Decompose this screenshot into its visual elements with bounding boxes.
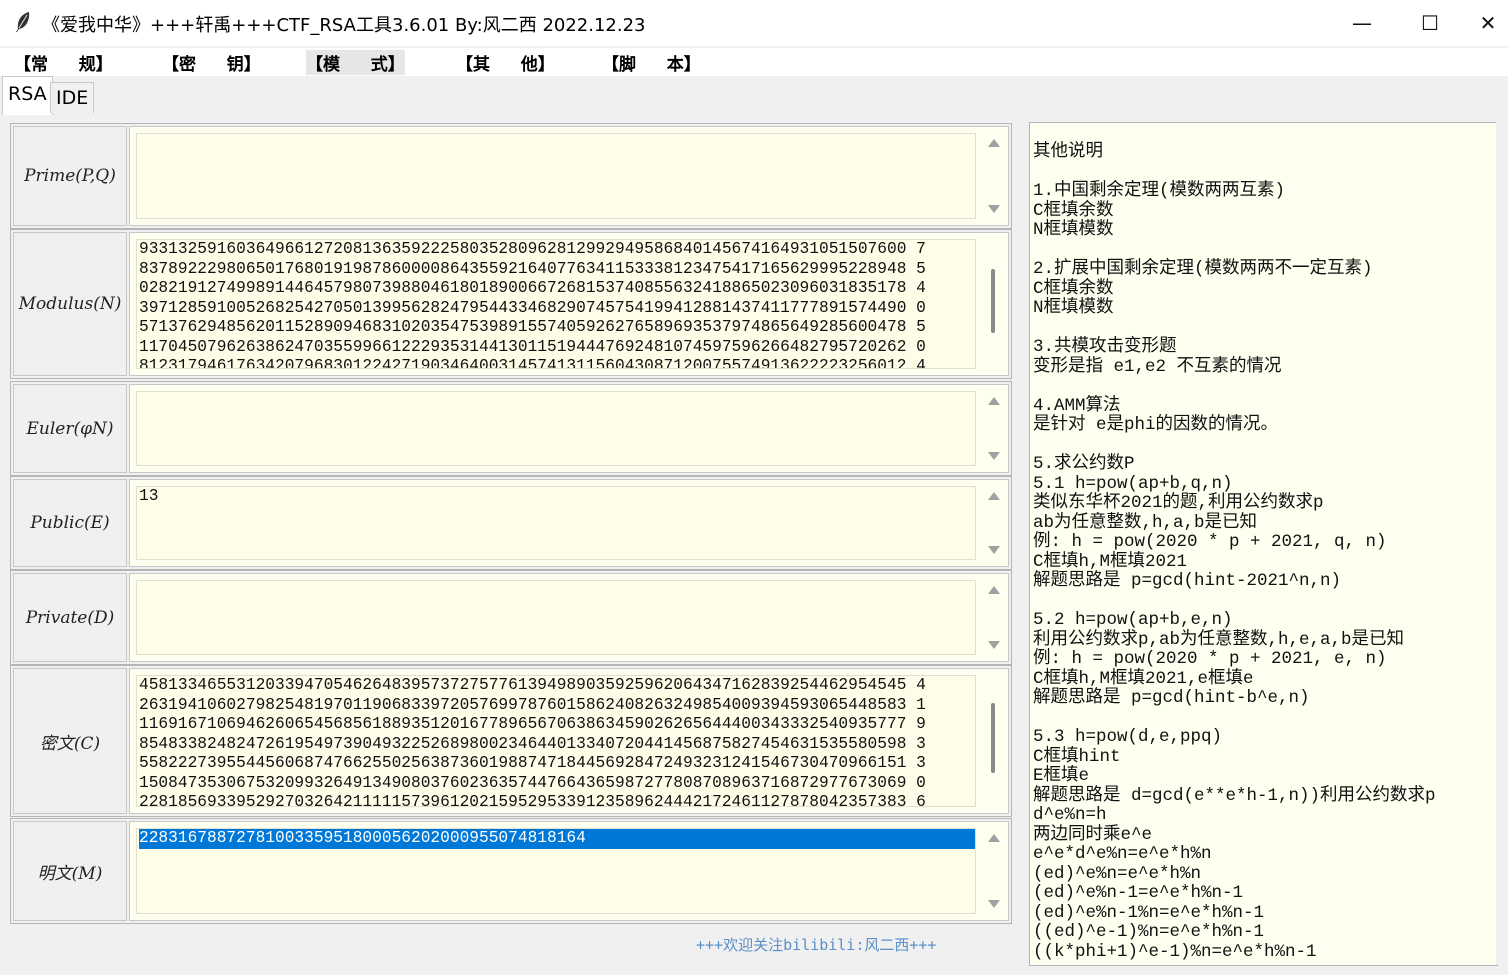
- prime-scrollbar[interactable]: [980, 127, 1008, 225]
- menu-general[interactable]: 【常 规】: [14, 50, 113, 75]
- cipher-row: 密文(C) 4581334655312033947054626483957372…: [10, 665, 1012, 817]
- plain-row: 明文(M) 2283167887278100335951800056202000…: [10, 818, 1012, 924]
- cipher-field[interactable]: 4581334655312033947054626483957372757761…: [129, 668, 1009, 814]
- maximize-button[interactable]: ☐: [1400, 0, 1460, 46]
- modulus-label: Modulus(N): [13, 232, 127, 376]
- minimize-button[interactable]: —: [1332, 0, 1392, 46]
- close-button[interactable]: ✕: [1468, 0, 1508, 46]
- cipher-scrollbar[interactable]: [980, 669, 1008, 813]
- prime-label: Prime(P,Q): [13, 126, 127, 226]
- plain-field[interactable]: 2283167887278100335951800056202000955074…: [129, 821, 1009, 921]
- scroll-down-icon[interactable]: [988, 205, 1000, 213]
- modulus-value: 9331325916036496612720813635922258035280…: [139, 240, 926, 369]
- footer-note: +++欢迎关注bilibili:风二西+++: [696, 936, 937, 954]
- minimize-icon: —: [1352, 11, 1372, 35]
- private-text-area[interactable]: [136, 580, 976, 655]
- plain-value: 2283167887278100335951800056202000955074…: [139, 829, 975, 849]
- scroll-down-icon[interactable]: [988, 452, 1000, 460]
- scroll-thumb[interactable]: [991, 703, 995, 773]
- tab-ide[interactable]: IDE: [50, 82, 95, 113]
- notes-panel[interactable]: 其他说明 1.中国剩余定理(模数两两互素) C框填余数 N框填模数 2.扩展中国…: [1029, 122, 1498, 966]
- cipher-text-area[interactable]: 4581334655312033947054626483957372757761…: [136, 675, 976, 807]
- private-row: Private(D): [10, 570, 1012, 665]
- modulus-scrollbar[interactable]: [980, 233, 1008, 375]
- euler-scrollbar[interactable]: [980, 385, 1008, 472]
- scroll-down-icon[interactable]: [988, 546, 1000, 554]
- plain-label: 明文(M): [13, 821, 127, 921]
- modulus-text-area[interactable]: 9331325916036496612720813635922258035280…: [136, 239, 976, 369]
- private-label: Private(D): [13, 573, 127, 662]
- scroll-down-icon[interactable]: [988, 900, 1000, 908]
- menu-script[interactable]: 【脚 本】: [602, 50, 701, 75]
- prime-row: Prime(P,Q): [10, 123, 1012, 229]
- title-bar: 《爱我中华》+++轩禹+++CTF_RSA工具3.6.01 By:风二西 202…: [0, 0, 1508, 46]
- public-value: 13: [139, 487, 159, 505]
- scroll-up-icon[interactable]: [988, 139, 1000, 147]
- scroll-up-icon[interactable]: [988, 586, 1000, 594]
- public-text-area[interactable]: 13: [136, 486, 976, 560]
- modulus-field[interactable]: 9331325916036496612720813635922258035280…: [129, 232, 1009, 376]
- plain-scrollbar[interactable]: [980, 822, 1008, 920]
- private-scrollbar[interactable]: [980, 574, 1008, 661]
- cipher-value: 4581334655312033947054626483957372757761…: [139, 676, 926, 807]
- euler-label: Euler(φN): [13, 384, 127, 473]
- menu-mode[interactable]: 【模 式】: [306, 50, 405, 75]
- scroll-thumb[interactable]: [991, 269, 995, 333]
- public-row: Public(E) 13: [10, 476, 1012, 570]
- feather-icon: [16, 12, 30, 32]
- menu-keys[interactable]: 【密 钥】: [162, 50, 261, 75]
- menu-other[interactable]: 【其 他】: [456, 50, 555, 75]
- menu-bar: 【常 规】 【密 钥】 【模 式】 【其 他】 【脚 本】: [0, 48, 1508, 76]
- notes-scrollbar[interactable]: [1496, 122, 1508, 964]
- euler-text-area[interactable]: [136, 391, 976, 466]
- public-label: Public(E): [13, 479, 127, 567]
- euler-field[interactable]: [129, 384, 1009, 473]
- scroll-up-icon[interactable]: [988, 834, 1000, 842]
- prime-field[interactable]: [129, 126, 1009, 226]
- scroll-down-icon[interactable]: [988, 641, 1000, 649]
- public-field[interactable]: 13: [129, 479, 1009, 567]
- close-icon: ✕: [1479, 11, 1497, 35]
- euler-row: Euler(φN): [10, 381, 1012, 476]
- cipher-label: 密文(C): [13, 668, 127, 814]
- private-field[interactable]: [129, 573, 1009, 662]
- notes-text: 其他说明 1.中国剩余定理(模数两两互素) C框填余数 N框填模数 2.扩展中国…: [1033, 142, 1436, 962]
- scroll-up-icon[interactable]: [988, 397, 1000, 405]
- maximize-icon: ☐: [1421, 11, 1439, 35]
- window-title: 《爱我中华》+++轩禹+++CTF_RSA工具3.6.01 By:风二西 202…: [42, 15, 646, 36]
- prime-text-area[interactable]: [136, 133, 976, 219]
- public-scrollbar[interactable]: [980, 480, 1008, 566]
- scroll-up-icon[interactable]: [988, 492, 1000, 500]
- plain-text-area[interactable]: 2283167887278100335951800056202000955074…: [136, 828, 976, 914]
- tab-rsa[interactable]: RSA: [2, 76, 53, 115]
- modulus-row: Modulus(N) 93313259160364966127208136359…: [10, 229, 1012, 379]
